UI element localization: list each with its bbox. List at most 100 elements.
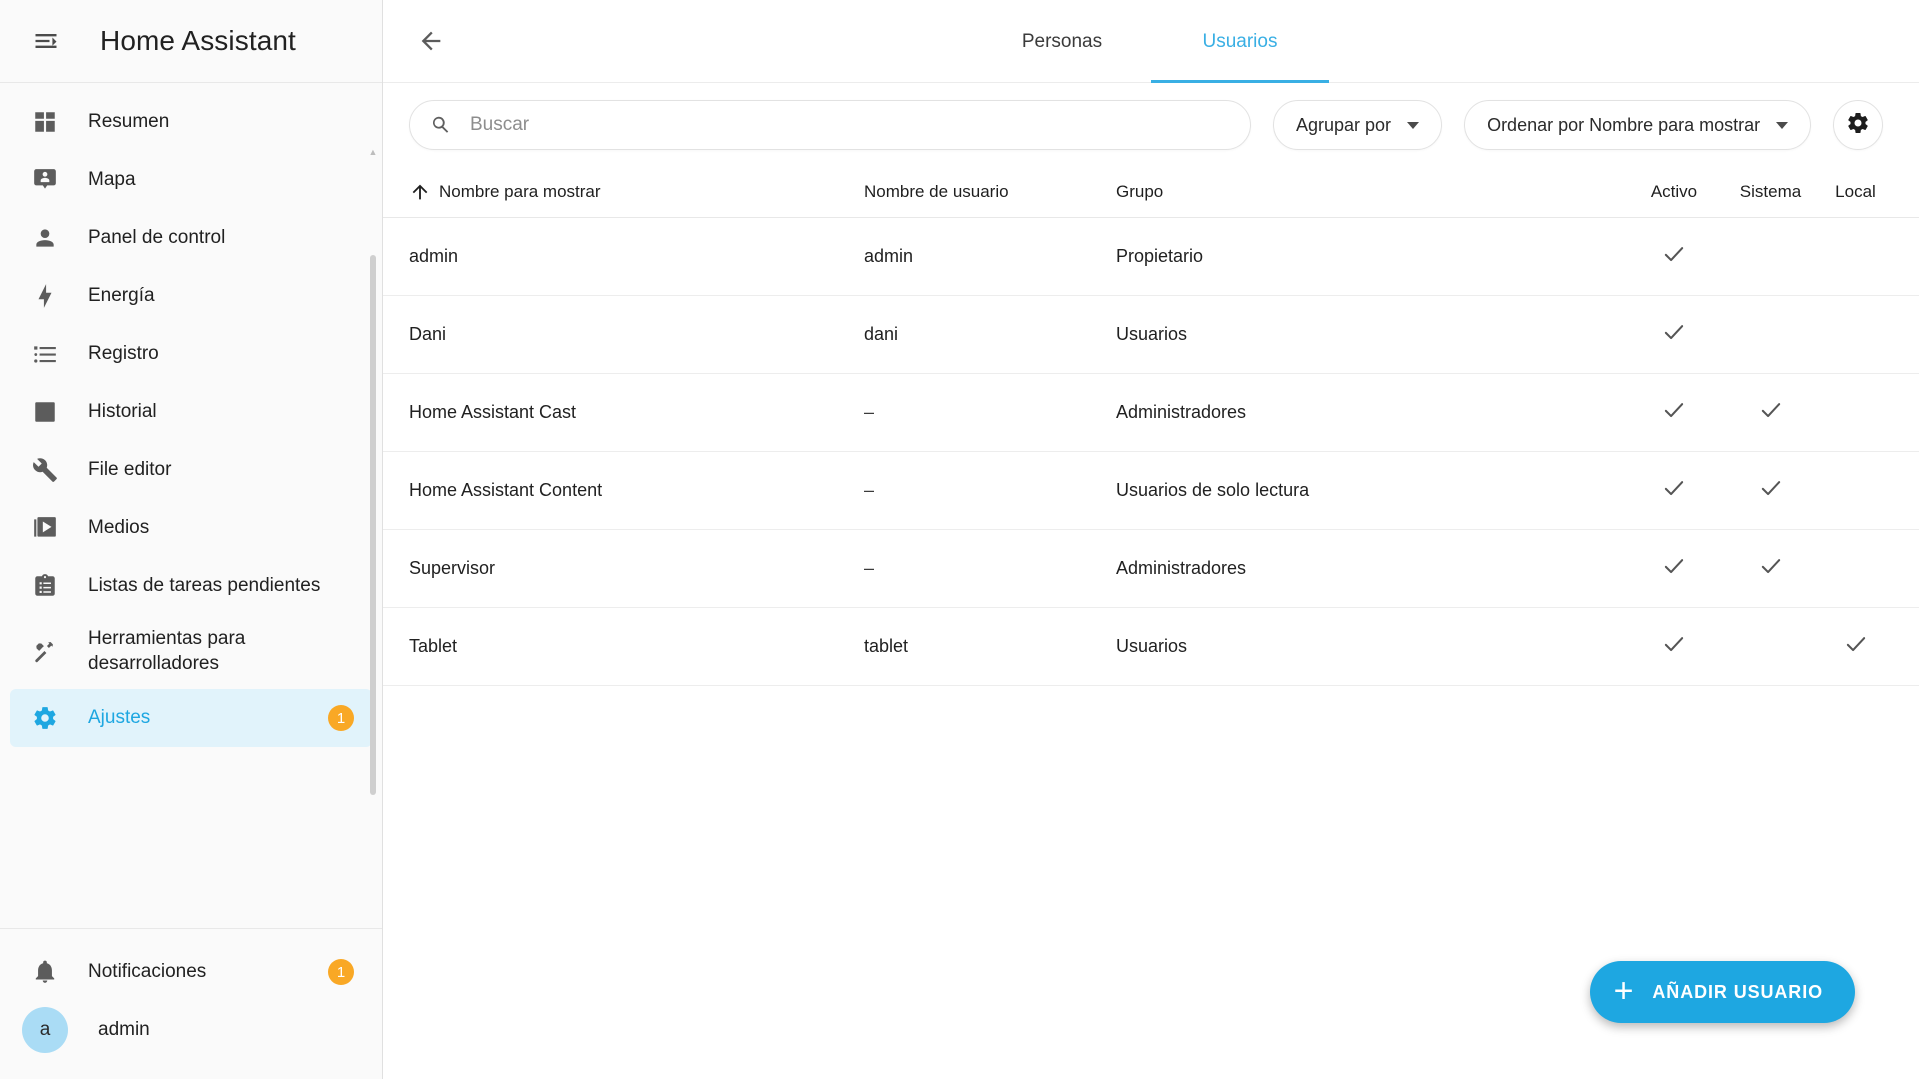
cell-group: Usuarios xyxy=(1116,324,1188,344)
table-row[interactable]: Supervisor – Administradores xyxy=(383,530,1919,608)
sidebar-item-label: Listas de tareas pendientes xyxy=(88,574,321,596)
sidebar-item-resumen[interactable]: Resumen xyxy=(10,93,372,151)
sidebar-item-label: Registro xyxy=(88,342,159,364)
cell-active-check xyxy=(1625,397,1723,428)
cell-group: Administradores xyxy=(1116,558,1247,578)
cell-display-name: Tablet xyxy=(409,636,458,656)
sidebar-user-label: admin xyxy=(98,1018,150,1040)
cell-system-check xyxy=(1723,553,1818,584)
add-user-label: AÑADIR USUARIO xyxy=(1652,981,1823,1002)
sidebar-item-label: Ajustes xyxy=(88,706,151,728)
sidebar-header: Home Assistant xyxy=(0,0,382,83)
cell-display-name: Supervisor xyxy=(409,558,496,578)
arrow-up-icon xyxy=(409,181,431,203)
play-box-multiple-icon xyxy=(32,515,58,541)
users-table: Nombre para mostrar Nombre de usuario Gr… xyxy=(383,166,1919,1079)
sidebar-item-user-profile[interactable]: a admin xyxy=(10,1001,372,1059)
sidebar-scrollbar-thumb[interactable] xyxy=(370,255,376,795)
table-toolbar: Agrupar por Ordenar por Nombre para most… xyxy=(383,83,1919,166)
table-row[interactable]: Home Assistant Cast – Administradores xyxy=(383,374,1919,452)
sidebar-item-label: Resumen xyxy=(88,110,170,132)
cell-active-check xyxy=(1625,475,1723,506)
sidebar-item-historial[interactable]: Historial xyxy=(10,383,372,441)
sidebar-item-energia[interactable]: Energía xyxy=(10,267,372,325)
lightning-bolt-icon xyxy=(32,283,58,309)
notifications-badge: 1 xyxy=(328,959,354,985)
sidebar-item-ajustes[interactable]: Ajustes 1 xyxy=(10,689,372,747)
table-row[interactable]: Tablet tablet Usuarios xyxy=(383,608,1919,686)
search-box[interactable] xyxy=(409,100,1251,150)
sidebar-footer: Notificaciones 1 a admin xyxy=(0,928,382,1079)
cell-username: – xyxy=(864,402,875,422)
cell-display-name: Home Assistant Cast xyxy=(409,402,577,422)
cell-display-name: Home Assistant Content xyxy=(409,480,603,500)
table-row[interactable]: admin admin Propietario xyxy=(383,218,1919,296)
cell-system-check xyxy=(1723,397,1818,428)
tab-usuarios[interactable]: Usuarios xyxy=(1151,0,1329,83)
sidebar-item-listas-de-tareas-pendientes[interactable]: Listas de tareas pendientes xyxy=(10,557,372,615)
sidebar-item-label: Panel de control xyxy=(88,226,226,248)
menu-collapse-icon[interactable] xyxy=(22,17,70,65)
sidebar-scrollbar[interactable]: ▲ xyxy=(369,147,379,795)
tab-bar: Personas Usuarios xyxy=(383,0,1919,83)
tab-personas[interactable]: Personas xyxy=(973,0,1151,83)
table-settings-button[interactable] xyxy=(1833,100,1884,150)
cell-group: Usuarios xyxy=(1116,636,1188,656)
wrench-icon xyxy=(32,457,58,483)
sidebar: Home Assistant Resumen Mapa Panel de con xyxy=(0,0,383,1079)
add-user-button[interactable]: + AÑADIR USUARIO xyxy=(1589,961,1855,1023)
gear-icon xyxy=(1846,111,1870,140)
cell-system-check xyxy=(1723,475,1818,506)
sidebar-item-registro[interactable]: Registro xyxy=(10,325,372,383)
format-list-bulleted-icon xyxy=(32,341,58,367)
sort-by-dropdown[interactable]: Ordenar por Nombre para mostrar xyxy=(1464,100,1812,150)
sidebar-item-label: File editor xyxy=(88,458,172,480)
sort-by-label: Ordenar por Nombre para mostrar xyxy=(1487,114,1761,135)
sidebar-item-herramientas-para-desarrolladores[interactable]: Herramientas para desarrolladores xyxy=(10,615,372,689)
cog-icon xyxy=(32,705,58,731)
column-header-display-name[interactable]: Nombre para mostrar xyxy=(409,181,864,203)
column-header-active[interactable]: Activo xyxy=(1625,182,1723,202)
cell-display-name: admin xyxy=(409,246,459,266)
plus-icon: + xyxy=(1613,971,1635,1010)
table-row[interactable]: Home Assistant Content – Usuarios de solo … xyxy=(383,452,1919,530)
chevron-down-icon xyxy=(1776,121,1789,129)
sidebar-item-label: Notificaciones xyxy=(88,960,207,982)
column-header-local[interactable]: Local xyxy=(1818,182,1893,202)
cell-group: Propietario xyxy=(1116,246,1204,266)
group-by-dropdown[interactable]: Agrupar por xyxy=(1273,100,1443,150)
chevron-down-icon xyxy=(1407,121,1420,129)
cell-group: Administradores xyxy=(1116,402,1247,422)
cell-username: – xyxy=(864,558,875,578)
cell-active-check xyxy=(1625,553,1723,584)
cell-display-name: Dani xyxy=(409,324,447,344)
chart-box-icon xyxy=(32,399,58,425)
search-icon xyxy=(430,114,452,136)
column-header-group[interactable]: Grupo xyxy=(1116,182,1625,202)
group-by-label: Agrupar por xyxy=(1296,114,1392,135)
table-header-row: Nombre para mostrar Nombre de usuario Gr… xyxy=(383,166,1919,218)
sidebar-item-label: Energía xyxy=(88,284,155,306)
sidebar-item-mapa[interactable]: Mapa xyxy=(10,151,372,209)
sidebar-item-medios[interactable]: Medios xyxy=(10,499,372,557)
bell-icon xyxy=(32,959,58,985)
main-content: Personas Usuarios Agrupar por Ordenar po… xyxy=(383,0,1919,1079)
sidebar-item-file-editor[interactable]: File editor xyxy=(10,441,372,499)
cell-username: tablet xyxy=(864,636,909,656)
sidebar-item-notificaciones[interactable]: Notificaciones 1 xyxy=(10,943,372,1001)
hammer-wrench-icon xyxy=(32,639,58,665)
column-header-username[interactable]: Nombre de usuario xyxy=(864,182,1116,202)
top-app-bar: Personas Usuarios xyxy=(383,0,1919,83)
search-input[interactable] xyxy=(470,114,1230,136)
sidebar-item-label: Historial xyxy=(88,400,157,422)
app-title: Home Assistant xyxy=(100,25,296,56)
table-row[interactable]: Dani dani Usuarios xyxy=(383,296,1919,374)
sidebar-item-label: Mapa xyxy=(88,168,136,190)
sidebar-item-badge: 1 xyxy=(328,705,354,731)
app-root: Home Assistant Resumen Mapa Panel de con xyxy=(0,0,1919,1079)
column-header-system[interactable]: Sistema xyxy=(1723,182,1818,202)
scroll-up-arrow[interactable]: ▲ xyxy=(368,147,378,157)
account-icon xyxy=(32,225,58,251)
cell-username: admin xyxy=(864,246,914,266)
sidebar-item-panel-de-control[interactable]: Panel de control xyxy=(10,209,372,267)
